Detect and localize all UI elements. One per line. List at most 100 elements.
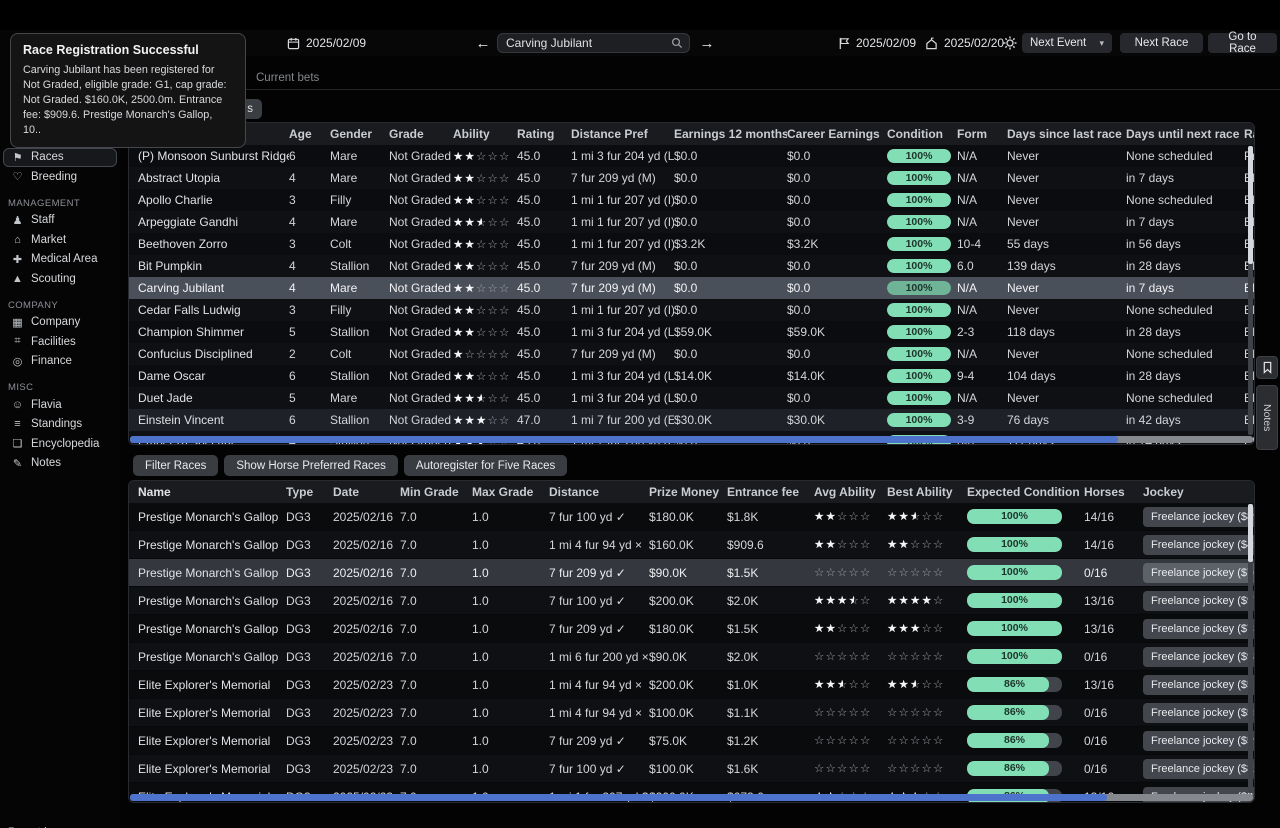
col-condition[interactable]: Expected Condition [967, 485, 1084, 499]
action-autoregister-for-five-races[interactable]: Autoregister for Five Races [404, 455, 567, 476]
jockey-button[interactable]: Freelance jockey ($591 [1143, 731, 1255, 751]
jockey-button[interactable]: Freelance jockey ($454 [1143, 535, 1255, 555]
tab-current-bets[interactable]: Current bets [242, 66, 333, 89]
col-type[interactable]: Type [286, 485, 333, 499]
col-fee[interactable]: Entrance fee [727, 485, 814, 499]
table-row[interactable]: Elite Explorer's MemorialDG32025/02/237.… [129, 671, 1254, 699]
sidebar-item-medical-area[interactable]: ✚Medical Area [3, 250, 117, 270]
col-horses[interactable]: Horses [1084, 485, 1143, 499]
cell-type: DG3 [286, 762, 333, 776]
col-until[interactable]: Days until next race [1126, 127, 1244, 141]
table-row[interactable]: Prestige Monarch's GallopDG32025/02/167.… [129, 587, 1254, 615]
col-best[interactable]: Best Ability [887, 485, 967, 499]
sidebar-item-scouting[interactable]: ▲Scouting [3, 269, 117, 289]
table-row[interactable]: Dame Oscar6StallionNot Graded☆★☆★☆★☆★☆★4… [129, 365, 1254, 387]
notes-side-tab[interactable]: Notes [1256, 385, 1278, 450]
jockey-button[interactable]: Freelance jockey ($519 [1143, 675, 1255, 695]
table-row[interactable]: Prestige Monarch's GallopDG32025/02/167.… [129, 615, 1254, 643]
table-row[interactable]: Prestige Monarch's GallopDG32025/02/167.… [129, 559, 1254, 587]
sidebar-item-standings[interactable]: ≡Standings [3, 415, 117, 435]
table-row[interactable]: Prestige Monarch's GallopDG32025/02/167.… [129, 643, 1254, 671]
action-show-horse-preferred-races[interactable]: Show Horse Preferred Races [224, 455, 398, 476]
table-row[interactable]: Confucius Disciplined2ColtNot Graded☆★☆★… [129, 343, 1254, 365]
col-ability[interactable]: Ability [453, 127, 517, 141]
sidebar-item-finance[interactable]: ◎Finance [3, 352, 117, 372]
table-row[interactable]: Duet Jade5MareNot Graded☆★☆★☆★☆★☆★45.01 … [129, 387, 1254, 409]
jockey-button[interactable]: Freelance jockey ($820 [1143, 759, 1255, 779]
sidebar-item-notes[interactable]: ✎Notes [3, 454, 117, 474]
col-rating[interactable]: Rating [517, 127, 571, 141]
scroll-thumb[interactable] [1248, 504, 1253, 562]
next-race-button[interactable]: Next Race [1120, 33, 1203, 53]
col-since[interactable]: Days since last race [1007, 127, 1126, 141]
table-row[interactable]: Prestige Monarch's GallopDG32025/02/167.… [129, 503, 1254, 531]
action-filter-races[interactable]: Filter Races [133, 455, 218, 476]
cell-condition: 100% [887, 391, 957, 406]
table-row[interactable]: Elite Explorer's MemorialDG32025/02/237.… [129, 699, 1254, 727]
sidebar-item-market[interactable]: ⌂Market [3, 230, 117, 250]
races-vertical-scrollbar[interactable] [1248, 504, 1253, 793]
settings-gear-icon[interactable] [1003, 30, 1017, 56]
jockey-button[interactable]: Freelance jockey ($736 [1143, 619, 1255, 639]
table-row[interactable]: Bit Pumpkin4StallionNot Graded☆★☆★☆★☆★☆★… [129, 255, 1254, 277]
col-jockey[interactable]: Jockey [1143, 485, 1255, 499]
cell-fee: $1.6K [727, 762, 814, 776]
table-row[interactable]: Arpeggiate Gandhi4MareNot Graded☆★☆★☆★☆★… [129, 211, 1254, 233]
col-avg[interactable]: Avg Ability [814, 485, 887, 499]
col-condition[interactable]: Condition [887, 127, 957, 141]
table-row[interactable]: Prestige Monarch's GallopDG32025/02/167.… [129, 531, 1254, 559]
jockey-button[interactable]: Freelance jockey ($769 [1143, 563, 1255, 583]
jockey-button[interactable]: Freelance jockey ($552 [1143, 703, 1255, 723]
sidebar-item-flavia[interactable]: ☺Flavia [3, 395, 117, 415]
col-age[interactable]: Age [289, 127, 330, 141]
sidebar-item-facilities[interactable]: ⌗Facilities [3, 332, 117, 352]
cell-rating: 45.0 [517, 149, 571, 163]
col-earn12[interactable]: Earnings 12 months [674, 127, 787, 141]
toast-notification[interactable]: Race Registration Successful Carving Jub… [10, 33, 246, 148]
search-back-button[interactable]: ← [473, 30, 493, 56]
sidebar-item-encyclopedia[interactable]: ❏Encyclopedia [3, 434, 117, 454]
col-career[interactable]: Career Earnings [787, 127, 887, 141]
cell-best: ☆★☆★☆★☆★☆★ [887, 677, 967, 692]
jockey-button[interactable]: Freelance jockey ($989 [1143, 647, 1255, 667]
go-to-race-button[interactable]: Go to Race [1208, 33, 1277, 53]
table-row[interactable]: (P) Monsoon Sunburst Ridge6MareNot Grade… [129, 145, 1254, 167]
col-form[interactable]: Form [957, 127, 1007, 141]
scroll-thumb[interactable] [130, 436, 1118, 443]
table-row[interactable]: Champion Shimmer5StallionNot Graded☆★☆★☆… [129, 321, 1254, 343]
search-input[interactable] [504, 35, 671, 51]
table-row[interactable]: Cedar Falls Ludwig3FillyNot Graded☆★☆★☆★… [129, 299, 1254, 321]
table-row[interactable]: Elite Explorer's MemorialDG32025/02/237.… [129, 727, 1254, 755]
col-date[interactable]: Date [333, 485, 400, 499]
sidebar-item-staff[interactable]: ♟Staff [3, 211, 117, 231]
col-min[interactable]: Min Grade [400, 485, 472, 499]
jockey-button[interactable]: Freelance jockey ($891 [1143, 507, 1255, 527]
search-forward-button[interactable]: → [697, 30, 717, 56]
scroll-thumb[interactable] [130, 794, 1107, 801]
table-row[interactable]: Abstract Utopia4MareNot Graded☆★☆★☆★☆★☆★… [129, 167, 1254, 189]
sidebar-item-company[interactable]: ▦Company [3, 313, 117, 333]
next-event-select[interactable]: Next Event ▾ [1022, 33, 1112, 53]
col-prize[interactable]: Prize Money [649, 485, 727, 499]
col-max[interactable]: Max Grade [472, 485, 549, 499]
col-ra[interactable]: Ra [1244, 127, 1255, 141]
table-row[interactable]: Apollo Charlie3FillyNot Graded☆★☆★☆★☆★☆★… [129, 189, 1254, 211]
cell-prize: $160.0K [649, 538, 727, 552]
col-gender[interactable]: Gender [330, 127, 389, 141]
table-row[interactable]: Carving Jubilant4MareNot Graded☆★☆★☆★☆★☆… [129, 277, 1254, 299]
col-grade[interactable]: Grade [389, 127, 453, 141]
col-distance[interactable]: Distance Pref [571, 127, 674, 141]
sidebar-item-breeding[interactable]: ♡Breeding [3, 167, 117, 187]
horses-horizontal-scrollbar[interactable] [130, 436, 1253, 443]
races-horizontal-scrollbar[interactable] [130, 794, 1253, 801]
horses-vertical-scrollbar[interactable] [1248, 146, 1253, 435]
bookmark-icon[interactable] [1256, 356, 1278, 379]
jockey-button[interactable]: Freelance jockey ($977 [1143, 591, 1255, 611]
col-distance[interactable]: Distance [549, 485, 649, 499]
table-row[interactable]: Beethoven Zorro3ColtNot Graded☆★☆★☆★☆★☆★… [129, 233, 1254, 255]
scroll-thumb[interactable] [1248, 146, 1253, 264]
table-row[interactable]: Einstein Vincent6StallionNot Graded☆★☆★☆… [129, 409, 1254, 431]
col-name[interactable]: Name [138, 485, 286, 499]
sidebar-item-races[interactable]: ⚑Races [3, 148, 117, 168]
table-row[interactable]: Elite Explorer's MemorialDG32025/02/237.… [129, 755, 1254, 783]
